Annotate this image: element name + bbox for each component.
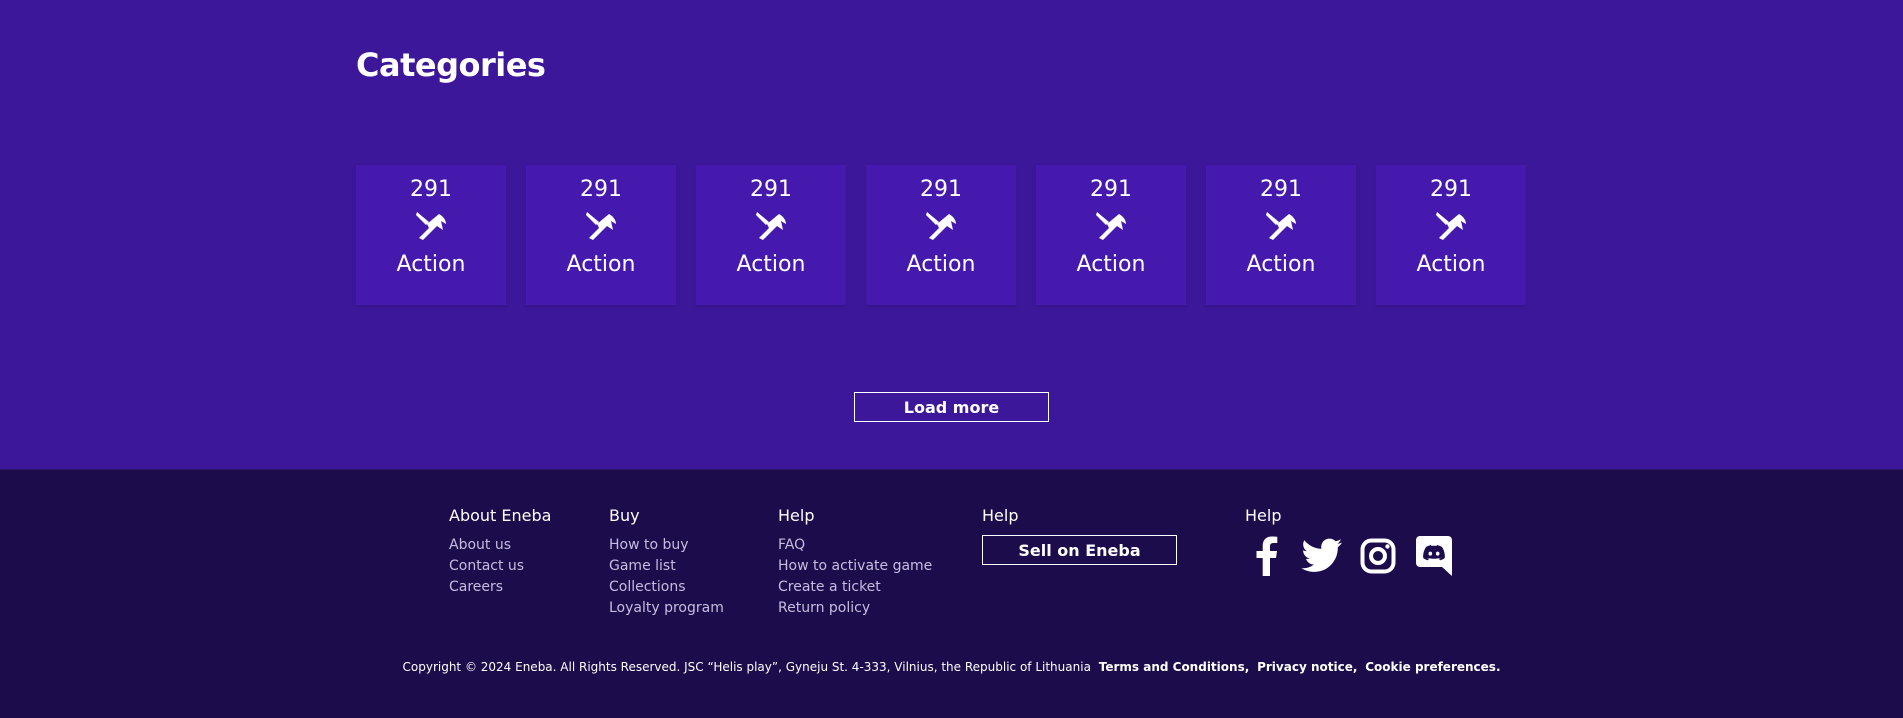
footer-about-column: About Eneba About us Contact us Careers: [449, 506, 551, 598]
site-footer: About Eneba About us Contact us Careers …: [0, 469, 1903, 718]
category-label: Action: [1076, 252, 1146, 277]
footer-heading: Help: [778, 506, 815, 525]
discord-icon[interactable]: [1413, 535, 1455, 577]
category-label: Action: [736, 252, 806, 277]
category-card[interactable]: 291 Action: [1376, 165, 1526, 305]
footer-link-game-list[interactable]: Game list: [609, 556, 724, 577]
category-label: Action: [906, 252, 976, 277]
footer-link-how-to-buy[interactable]: How to buy: [609, 535, 724, 556]
category-label: Action: [1416, 252, 1486, 277]
category-card[interactable]: 291 Action: [526, 165, 676, 305]
category-count: 291: [750, 177, 792, 202]
footer-link-create-ticket[interactable]: Create a ticket: [778, 577, 932, 598]
category-count: 291: [580, 177, 622, 202]
footer-social-column: Help: [1245, 506, 1455, 577]
footer-link-return-policy[interactable]: Return policy: [778, 598, 932, 619]
sell-on-eneba-button[interactable]: Sell on Eneba: [982, 535, 1177, 565]
footer-link-faq[interactable]: FAQ: [778, 535, 932, 556]
category-label: Action: [396, 252, 466, 277]
facebook-icon[interactable]: [1245, 535, 1287, 577]
category-card[interactable]: 291 Action: [356, 165, 506, 305]
category-count: 291: [1090, 177, 1132, 202]
footer-heading: Help: [982, 506, 1019, 525]
footer-link-collections[interactable]: Collections: [609, 577, 724, 598]
category-card[interactable]: 291 Action: [1206, 165, 1356, 305]
pickaxe-icon: [756, 212, 786, 240]
copyright-text: Copyright © 2024 Eneba. All Rights Reser…: [402, 660, 1091, 674]
footer-heading: Help: [1245, 506, 1282, 525]
pickaxe-icon: [1096, 212, 1126, 240]
pickaxe-icon: [926, 212, 956, 240]
pickaxe-icon: [1266, 212, 1296, 240]
pickaxe-icon: [586, 212, 616, 240]
footer-heading: Buy: [609, 506, 640, 525]
load-more-button[interactable]: Load more: [854, 392, 1049, 422]
category-card[interactable]: 291 Action: [1036, 165, 1186, 305]
terms-link[interactable]: Terms and Conditions,: [1099, 660, 1250, 674]
pickaxe-icon: [1436, 212, 1466, 240]
copyright-line: Copyright © 2024 Eneba. All Rights Reser…: [0, 660, 1903, 674]
footer-link-loyalty-program[interactable]: Loyalty program: [609, 598, 724, 619]
cookie-preferences-link[interactable]: Cookie preferences.: [1365, 660, 1500, 674]
categories-section: Categories 291 Action 291 Action 291 Act…: [0, 0, 1903, 469]
category-count: 291: [410, 177, 452, 202]
footer-link-about-us[interactable]: About us: [449, 535, 551, 556]
social-links: [1245, 535, 1455, 577]
twitter-icon[interactable]: [1301, 535, 1343, 577]
category-card[interactable]: 291 Action: [696, 165, 846, 305]
category-label: Action: [1246, 252, 1316, 277]
instagram-icon[interactable]: [1357, 535, 1399, 577]
category-count: 291: [920, 177, 962, 202]
page-title: Categories: [356, 46, 546, 84]
footer-heading: About Eneba: [449, 506, 552, 525]
category-label: Action: [566, 252, 636, 277]
footer-sell-column: Help Sell on Eneba: [982, 506, 1177, 565]
category-card[interactable]: 291 Action: [866, 165, 1016, 305]
footer-buy-column: Buy How to buy Game list Collections Loy…: [609, 506, 724, 619]
pickaxe-icon: [416, 212, 446, 240]
category-cards: 291 Action 291 Action 291 Action 291 Act…: [356, 165, 1526, 305]
footer-link-activate-game[interactable]: How to activate game: [778, 556, 932, 577]
category-count: 291: [1260, 177, 1302, 202]
footer-help-column: Help FAQ How to activate game Create a t…: [778, 506, 932, 619]
category-count: 291: [1430, 177, 1472, 202]
footer-link-contact-us[interactable]: Contact us: [449, 556, 551, 577]
footer-link-careers[interactable]: Careers: [449, 577, 551, 598]
privacy-link[interactable]: Privacy notice,: [1257, 660, 1357, 674]
